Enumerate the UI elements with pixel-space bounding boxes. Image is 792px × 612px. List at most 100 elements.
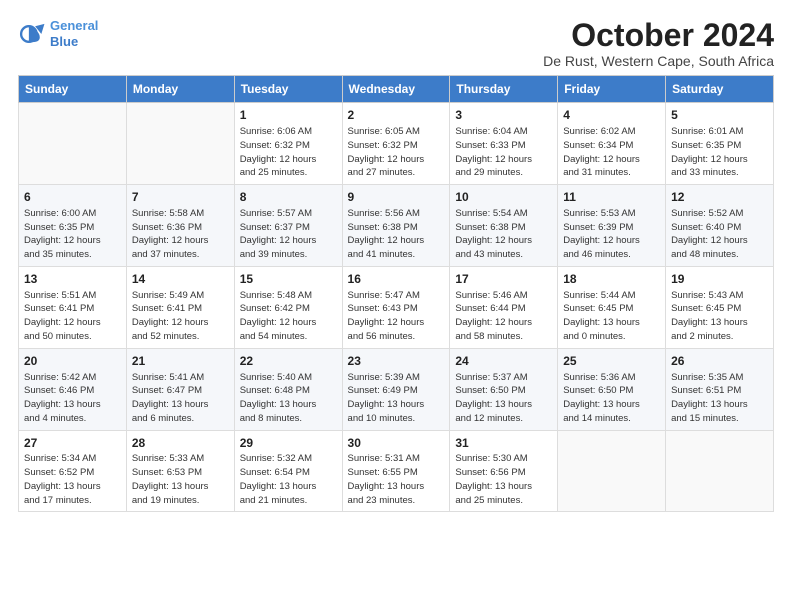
calendar-cell: 1Sunrise: 6:06 AM Sunset: 6:32 PM Daylig…: [234, 103, 342, 185]
day-info: Sunrise: 5:58 AM Sunset: 6:36 PM Dayligh…: [132, 207, 229, 262]
logo-icon: [18, 20, 46, 48]
weekday-header-monday: Monday: [126, 76, 234, 103]
calendar-cell: 28Sunrise: 5:33 AM Sunset: 6:53 PM Dayli…: [126, 430, 234, 512]
day-info: Sunrise: 5:33 AM Sunset: 6:53 PM Dayligh…: [132, 452, 229, 507]
day-info: Sunrise: 5:40 AM Sunset: 6:48 PM Dayligh…: [240, 371, 337, 426]
day-info: Sunrise: 5:37 AM Sunset: 6:50 PM Dayligh…: [455, 371, 552, 426]
calendar-cell: 13Sunrise: 5:51 AM Sunset: 6:41 PM Dayli…: [19, 266, 127, 348]
day-number: 31: [455, 435, 552, 452]
calendar-cell: 30Sunrise: 5:31 AM Sunset: 6:55 PM Dayli…: [342, 430, 450, 512]
calendar-cell: 8Sunrise: 5:57 AM Sunset: 6:37 PM Daylig…: [234, 185, 342, 267]
day-number: 10: [455, 189, 552, 206]
day-number: 4: [563, 107, 660, 124]
day-info: Sunrise: 5:30 AM Sunset: 6:56 PM Dayligh…: [455, 452, 552, 507]
calendar-cell: 31Sunrise: 5:30 AM Sunset: 6:56 PM Dayli…: [450, 430, 558, 512]
logo-line1: General: [50, 18, 98, 33]
calendar-cell: 20Sunrise: 5:42 AM Sunset: 6:46 PM Dayli…: [19, 348, 127, 430]
day-number: 5: [671, 107, 768, 124]
calendar-cell: 12Sunrise: 5:52 AM Sunset: 6:40 PM Dayli…: [666, 185, 774, 267]
day-info: Sunrise: 5:43 AM Sunset: 6:45 PM Dayligh…: [671, 289, 768, 344]
calendar-cell: 10Sunrise: 5:54 AM Sunset: 6:38 PM Dayli…: [450, 185, 558, 267]
day-number: 22: [240, 353, 337, 370]
calendar-cell: [666, 430, 774, 512]
calendar-cell: 7Sunrise: 5:58 AM Sunset: 6:36 PM Daylig…: [126, 185, 234, 267]
calendar-cell: 18Sunrise: 5:44 AM Sunset: 6:45 PM Dayli…: [558, 266, 666, 348]
day-number: 27: [24, 435, 121, 452]
calendar-cell: [558, 430, 666, 512]
day-info: Sunrise: 5:54 AM Sunset: 6:38 PM Dayligh…: [455, 207, 552, 262]
day-info: Sunrise: 5:52 AM Sunset: 6:40 PM Dayligh…: [671, 207, 768, 262]
day-number: 18: [563, 271, 660, 288]
calendar-cell: 21Sunrise: 5:41 AM Sunset: 6:47 PM Dayli…: [126, 348, 234, 430]
calendar-cell: 17Sunrise: 5:46 AM Sunset: 6:44 PM Dayli…: [450, 266, 558, 348]
day-number: 23: [348, 353, 445, 370]
calendar-week-row: 20Sunrise: 5:42 AM Sunset: 6:46 PM Dayli…: [19, 348, 774, 430]
title-area: October 2024 De Rust, Western Cape, Sout…: [543, 18, 774, 69]
day-info: Sunrise: 5:51 AM Sunset: 6:41 PM Dayligh…: [24, 289, 121, 344]
calendar-week-row: 13Sunrise: 5:51 AM Sunset: 6:41 PM Dayli…: [19, 266, 774, 348]
calendar-cell: 27Sunrise: 5:34 AM Sunset: 6:52 PM Dayli…: [19, 430, 127, 512]
day-info: Sunrise: 6:02 AM Sunset: 6:34 PM Dayligh…: [563, 125, 660, 180]
calendar-week-row: 1Sunrise: 6:06 AM Sunset: 6:32 PM Daylig…: [19, 103, 774, 185]
calendar-cell: 15Sunrise: 5:48 AM Sunset: 6:42 PM Dayli…: [234, 266, 342, 348]
header: General Blue October 2024 De Rust, Weste…: [18, 18, 774, 69]
calendar-cell: 24Sunrise: 5:37 AM Sunset: 6:50 PM Dayli…: [450, 348, 558, 430]
day-number: 15: [240, 271, 337, 288]
calendar-cell: 9Sunrise: 5:56 AM Sunset: 6:38 PM Daylig…: [342, 185, 450, 267]
calendar-cell: 4Sunrise: 6:02 AM Sunset: 6:34 PM Daylig…: [558, 103, 666, 185]
day-info: Sunrise: 5:46 AM Sunset: 6:44 PM Dayligh…: [455, 289, 552, 344]
calendar-cell: 2Sunrise: 6:05 AM Sunset: 6:32 PM Daylig…: [342, 103, 450, 185]
calendar-cell: 25Sunrise: 5:36 AM Sunset: 6:50 PM Dayli…: [558, 348, 666, 430]
day-info: Sunrise: 5:44 AM Sunset: 6:45 PM Dayligh…: [563, 289, 660, 344]
day-info: Sunrise: 5:35 AM Sunset: 6:51 PM Dayligh…: [671, 371, 768, 426]
day-info: Sunrise: 5:49 AM Sunset: 6:41 PM Dayligh…: [132, 289, 229, 344]
calendar-week-row: 6Sunrise: 6:00 AM Sunset: 6:35 PM Daylig…: [19, 185, 774, 267]
location: De Rust, Western Cape, South Africa: [543, 53, 774, 69]
calendar-cell: 5Sunrise: 6:01 AM Sunset: 6:35 PM Daylig…: [666, 103, 774, 185]
day-info: Sunrise: 5:39 AM Sunset: 6:49 PM Dayligh…: [348, 371, 445, 426]
day-number: 24: [455, 353, 552, 370]
logo-text: General Blue: [50, 18, 98, 49]
calendar-cell: 19Sunrise: 5:43 AM Sunset: 6:45 PM Dayli…: [666, 266, 774, 348]
day-number: 1: [240, 107, 337, 124]
day-number: 13: [24, 271, 121, 288]
day-number: 25: [563, 353, 660, 370]
month-title: October 2024: [543, 18, 774, 53]
calendar-cell: 14Sunrise: 5:49 AM Sunset: 6:41 PM Dayli…: [126, 266, 234, 348]
day-number: 19: [671, 271, 768, 288]
day-number: 9: [348, 189, 445, 206]
day-info: Sunrise: 6:06 AM Sunset: 6:32 PM Dayligh…: [240, 125, 337, 180]
day-number: 26: [671, 353, 768, 370]
day-info: Sunrise: 5:41 AM Sunset: 6:47 PM Dayligh…: [132, 371, 229, 426]
day-number: 21: [132, 353, 229, 370]
day-info: Sunrise: 5:56 AM Sunset: 6:38 PM Dayligh…: [348, 207, 445, 262]
day-info: Sunrise: 5:57 AM Sunset: 6:37 PM Dayligh…: [240, 207, 337, 262]
day-number: 2: [348, 107, 445, 124]
calendar-cell: [126, 103, 234, 185]
logo-line2: Blue: [50, 34, 78, 49]
calendar-cell: 29Sunrise: 5:32 AM Sunset: 6:54 PM Dayli…: [234, 430, 342, 512]
weekday-header-wednesday: Wednesday: [342, 76, 450, 103]
day-info: Sunrise: 6:00 AM Sunset: 6:35 PM Dayligh…: [24, 207, 121, 262]
day-info: Sunrise: 6:05 AM Sunset: 6:32 PM Dayligh…: [348, 125, 445, 180]
day-number: 12: [671, 189, 768, 206]
weekday-header-sunday: Sunday: [19, 76, 127, 103]
calendar-cell: 6Sunrise: 6:00 AM Sunset: 6:35 PM Daylig…: [19, 185, 127, 267]
day-number: 6: [24, 189, 121, 206]
calendar-cell: 16Sunrise: 5:47 AM Sunset: 6:43 PM Dayli…: [342, 266, 450, 348]
weekday-header-row: SundayMondayTuesdayWednesdayThursdayFrid…: [19, 76, 774, 103]
day-number: 7: [132, 189, 229, 206]
logo: General Blue: [18, 18, 98, 49]
day-number: 11: [563, 189, 660, 206]
day-info: Sunrise: 6:01 AM Sunset: 6:35 PM Dayligh…: [671, 125, 768, 180]
day-number: 29: [240, 435, 337, 452]
day-number: 28: [132, 435, 229, 452]
page: General Blue October 2024 De Rust, Weste…: [0, 0, 792, 522]
calendar-cell: 23Sunrise: 5:39 AM Sunset: 6:49 PM Dayli…: [342, 348, 450, 430]
weekday-header-tuesday: Tuesday: [234, 76, 342, 103]
day-info: Sunrise: 5:48 AM Sunset: 6:42 PM Dayligh…: [240, 289, 337, 344]
day-number: 3: [455, 107, 552, 124]
day-info: Sunrise: 5:42 AM Sunset: 6:46 PM Dayligh…: [24, 371, 121, 426]
calendar-cell: 11Sunrise: 5:53 AM Sunset: 6:39 PM Dayli…: [558, 185, 666, 267]
day-info: Sunrise: 5:53 AM Sunset: 6:39 PM Dayligh…: [563, 207, 660, 262]
